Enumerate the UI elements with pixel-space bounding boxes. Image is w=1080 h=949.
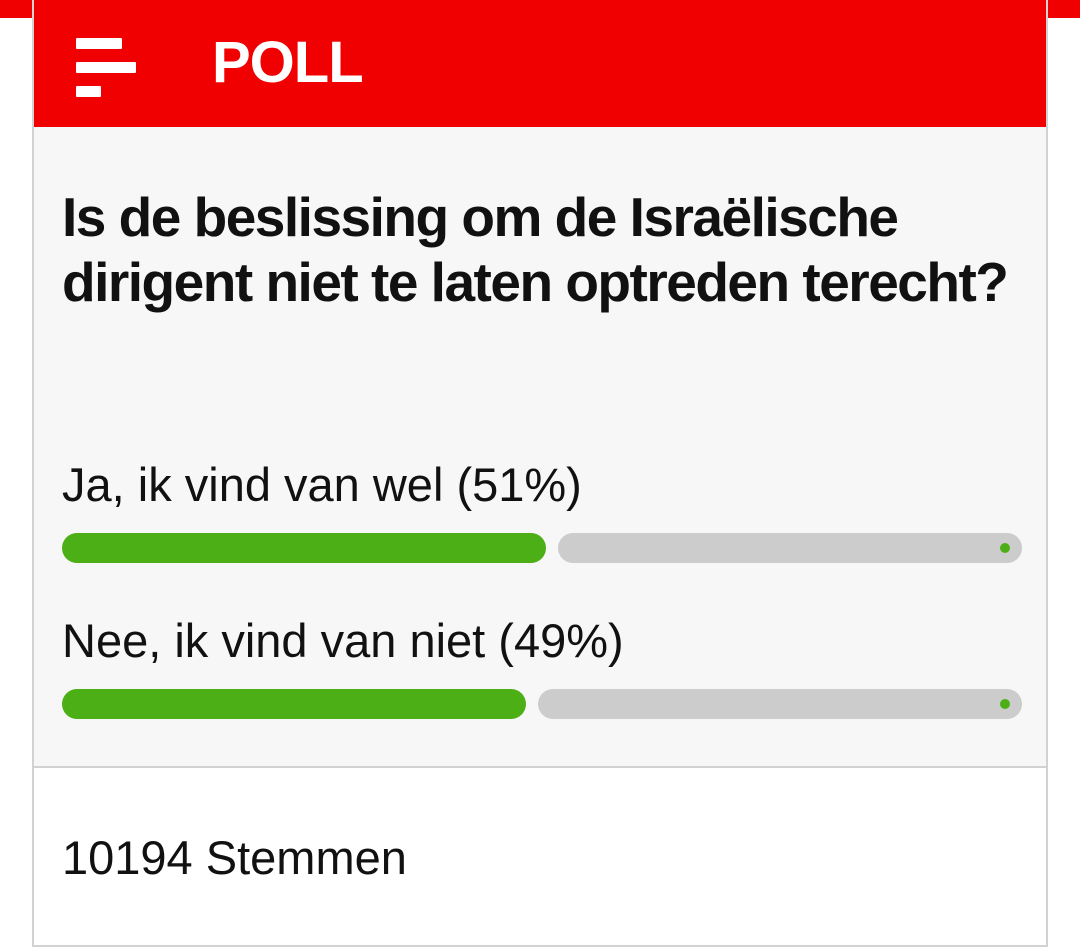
option-bar-remainder	[538, 689, 1022, 719]
vote-count: 10194 Stemmen	[62, 831, 407, 884]
poll-card: POLL Is de beslissing om de Israëlische …	[32, 0, 1048, 947]
option-bar-yes[interactable]	[62, 533, 1022, 563]
poll-question: Is de beslissing om de Israëlische dirig…	[62, 186, 1009, 313]
top-strip-right	[1046, 0, 1080, 18]
poll-header: POLL	[34, 0, 1046, 127]
bar-end-dot	[1000, 699, 1010, 709]
poll-title: POLL	[212, 30, 364, 95]
option-label-no[interactable]: Nee, ik vind van niet (49%)	[62, 613, 624, 669]
option-bar-fill	[62, 533, 546, 563]
option-bar-no[interactable]	[62, 689, 1022, 719]
poll-body: Is de beslissing om de Israëlische dirig…	[34, 127, 1046, 768]
news-logo-icon	[76, 38, 140, 100]
bar-end-dot	[1000, 543, 1010, 553]
option-label-yes[interactable]: Ja, ik vind van wel (51%)	[62, 457, 582, 513]
option-bar-fill	[62, 689, 526, 719]
option-bar-remainder	[558, 533, 1022, 563]
top-strip-left	[0, 0, 32, 18]
